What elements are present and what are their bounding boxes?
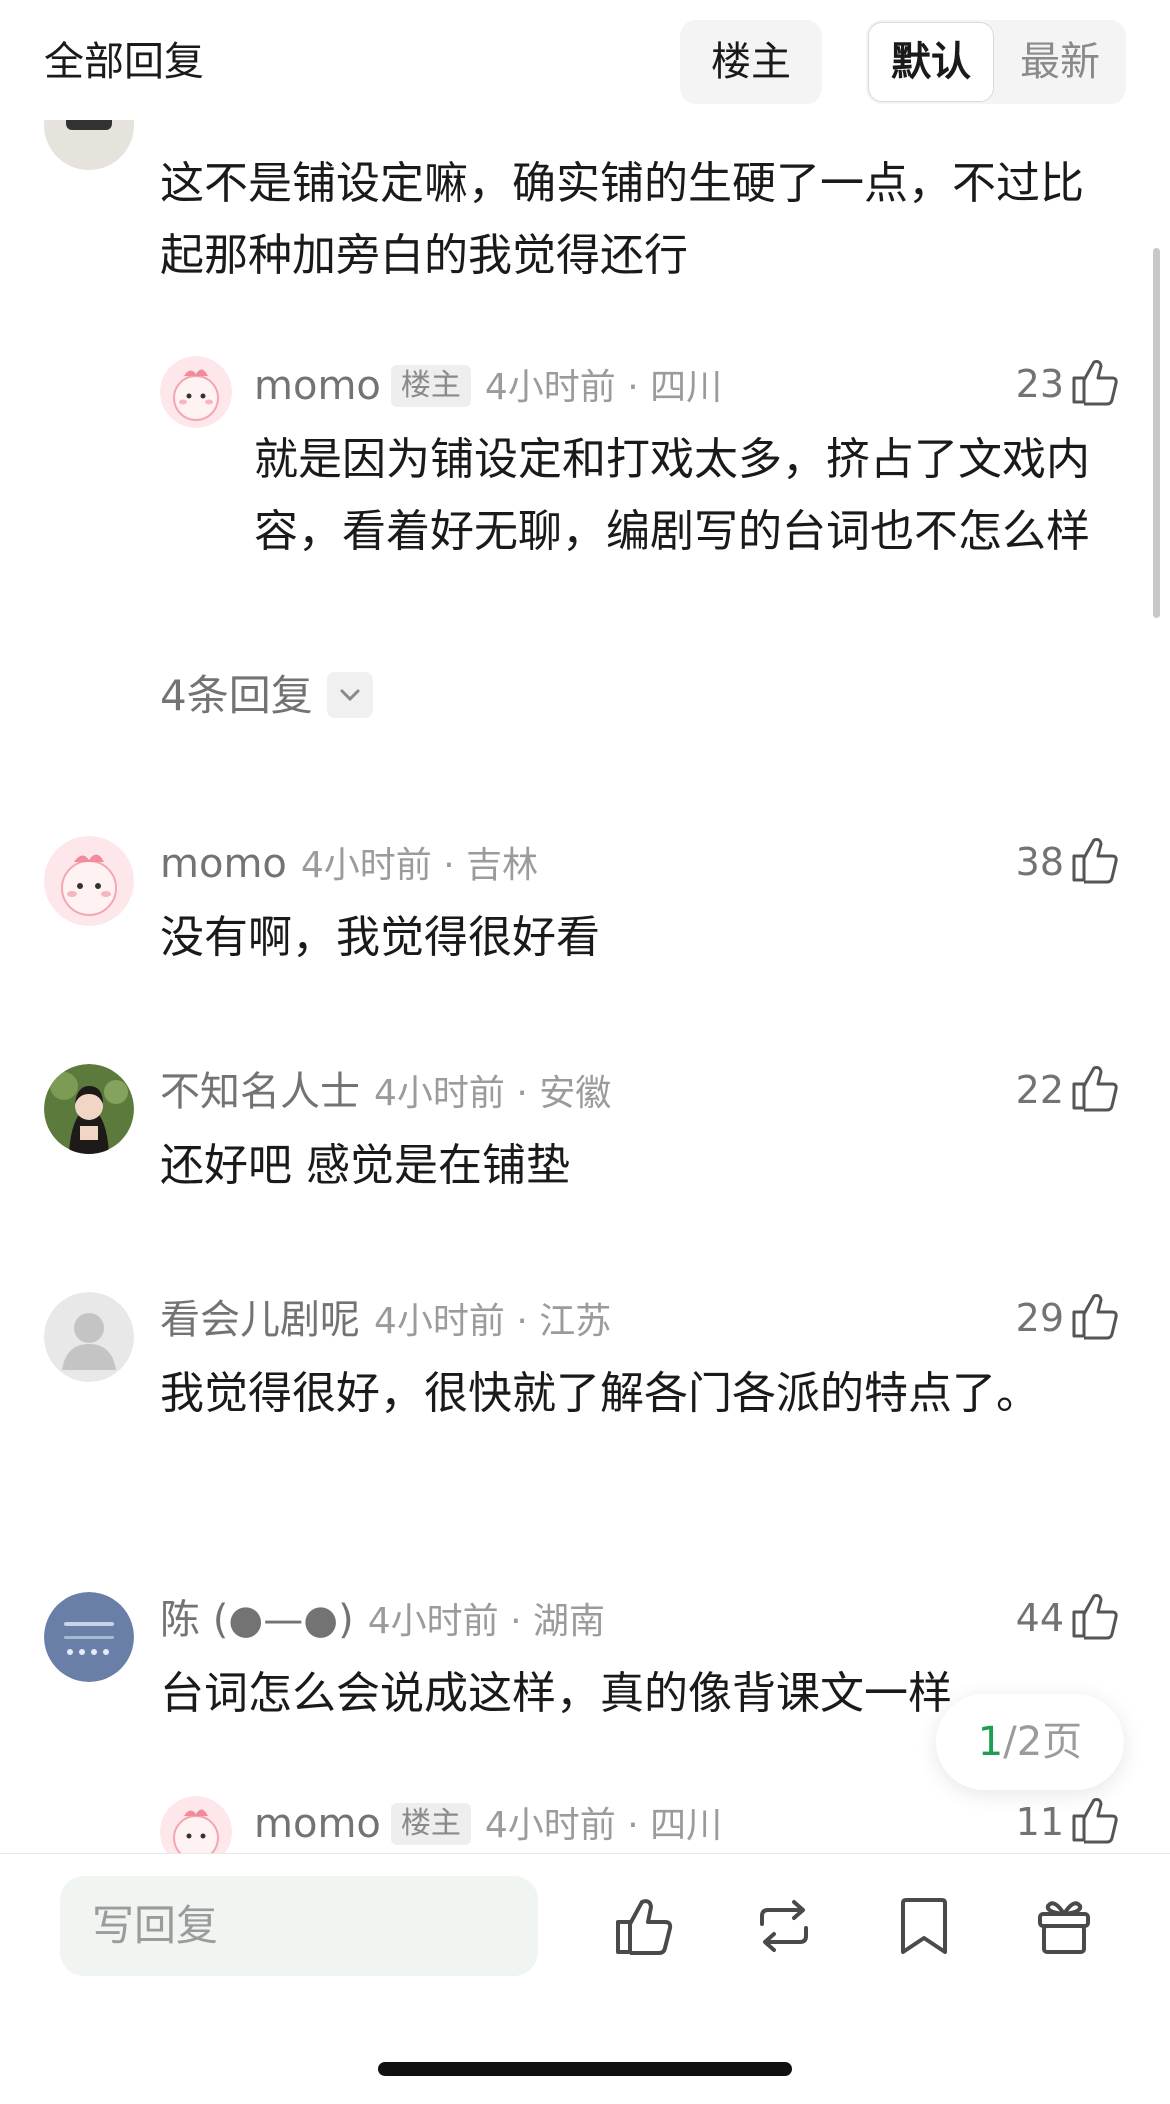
- like-icon[interactable]: [614, 1894, 674, 1958]
- timestamp-location: 4小时前 · 江苏: [374, 1301, 612, 1342]
- op-only-filter-button[interactable]: 楼主: [680, 20, 822, 104]
- total-pages: /2页: [1003, 1719, 1083, 1765]
- username[interactable]: momo: [254, 1801, 381, 1847]
- reply-count-label: 4条回复: [160, 671, 313, 720]
- bookmark-icon[interactable]: [894, 1894, 954, 1958]
- avatar[interactable]: [160, 356, 232, 428]
- username[interactable]: momo: [160, 841, 287, 887]
- op-badge: 楼主: [390, 365, 471, 407]
- avatar[interactable]: [44, 120, 134, 170]
- avatar[interactable]: [44, 1592, 134, 1682]
- reply-meta: momo 楼主 4小时前 · 四川: [254, 1798, 722, 1850]
- scrollbar[interactable]: [1153, 248, 1160, 618]
- comment-body: 没有啊，我觉得很好看: [160, 912, 600, 963]
- like-button[interactable]: 22: [998, 1062, 1118, 1118]
- timestamp-location: 4小时前 · 安徽: [374, 1073, 612, 1114]
- page-indicator[interactable]: 1/2页: [936, 1694, 1124, 1790]
- sort-latest-button[interactable]: 最新: [996, 22, 1124, 102]
- timestamp-location: 4小时前 · 四川: [484, 367, 723, 408]
- username[interactable]: 不知名人士: [160, 1069, 360, 1115]
- thumbs-up-icon: [1072, 1798, 1118, 1844]
- like-count: 29: [1015, 1296, 1064, 1340]
- like-count: 44: [1015, 1596, 1064, 1640]
- op-badge: 楼主: [390, 1803, 471, 1845]
- thumbs-up-icon: [1072, 1594, 1118, 1640]
- bottom-action-bar: 写回复: [0, 1853, 1170, 2104]
- like-count: 22: [1015, 1068, 1064, 1112]
- home-indicator[interactable]: [378, 2062, 792, 2076]
- sort-default-button[interactable]: 默认: [868, 22, 994, 102]
- thumbs-up-icon: [1072, 360, 1118, 406]
- comment-meta: 陈 (●—●) 4小时前 · 湖南: [160, 1594, 605, 1646]
- username[interactable]: momo: [254, 363, 381, 409]
- like-button[interactable]: 44: [998, 1590, 1118, 1646]
- comment-meta: momo 4小时前 · 吉林: [160, 838, 538, 890]
- like-count: 38: [1015, 840, 1064, 884]
- reply-body: 就是因为铺设定和打戏太多，挤占了文戏内容，看着好无聊，编剧写的台词也不怎么样: [254, 434, 1090, 557]
- username[interactable]: 看会儿剧呢: [160, 1297, 360, 1343]
- comment-meta: 不知名人士 4小时前 · 安徽: [160, 1066, 611, 1118]
- like-button[interactable]: 11: [998, 1794, 1118, 1850]
- thumbs-up-icon: [1072, 1066, 1118, 1112]
- thumbs-up-icon: [1072, 1294, 1118, 1340]
- comment-body: 我觉得很好，很快就了解各门各派的特点了。: [160, 1368, 1040, 1419]
- username[interactable]: 陈 (●—●): [160, 1597, 354, 1643]
- like-button[interactable]: 23: [998, 356, 1118, 412]
- thumbs-up-icon: [1072, 838, 1118, 884]
- chevron-down-icon: [326, 671, 373, 718]
- avatar[interactable]: [44, 1292, 134, 1382]
- like-count: 23: [1015, 362, 1064, 406]
- like-button[interactable]: 29: [998, 1290, 1118, 1346]
- current-page: 1: [977, 1719, 1004, 1765]
- avatar[interactable]: [44, 1064, 134, 1154]
- comment-body: 还好吧 感觉是在铺垫: [160, 1140, 570, 1191]
- comment-body: 这不是铺设定嘛，确实铺的生硬了一点，不过比起那种加旁白的我觉得还行: [160, 158, 1084, 281]
- comments-header: 全部回复 楼主 默认 最新: [0, 0, 1170, 120]
- avatar[interactable]: [44, 836, 134, 926]
- reply-input[interactable]: 写回复: [60, 1876, 538, 1976]
- timestamp-location: 4小时前 · 湖南: [367, 1601, 605, 1642]
- avatar[interactable]: [160, 1796, 232, 1853]
- all-replies-title: 全部回复: [44, 39, 204, 85]
- timestamp-location: 4小时前 · 吉林: [300, 845, 539, 886]
- sort-toggle: 默认 最新: [866, 20, 1126, 104]
- gift-icon[interactable]: [1034, 1894, 1094, 1958]
- timestamp-location: 4小时前 · 四川: [484, 1805, 723, 1846]
- expand-replies-button[interactable]: 4条回复: [160, 666, 373, 726]
- comment-meta: 看会儿剧呢 4小时前 · 江苏: [160, 1294, 611, 1346]
- like-count: 11: [1015, 1800, 1064, 1844]
- repost-icon[interactable]: [754, 1894, 814, 1958]
- comment-list[interactable]: 这不是铺设定嘛，确实铺的生硬了一点，不过比起那种加旁白的我觉得还行 momo 楼主…: [0, 120, 1170, 1853]
- reply-meta: momo 楼主 4小时前 · 四川: [254, 360, 722, 412]
- like-button[interactable]: 38: [998, 834, 1118, 890]
